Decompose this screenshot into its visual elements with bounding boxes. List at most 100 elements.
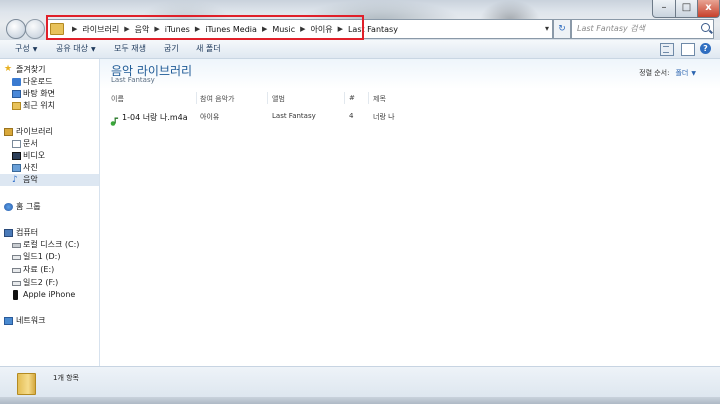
item-count: 1개 항목 — [53, 374, 79, 382]
column-divider[interactable] — [368, 92, 369, 104]
new-folder-button[interactable]: 새 폴더 — [196, 40, 221, 58]
arrange-by-dropdown[interactable]: 폴더 — [675, 69, 688, 77]
nav-label: 음악 — [23, 175, 38, 184]
nav-homegroup[interactable]: 홈 그룹 — [0, 201, 99, 213]
nav-libraries[interactable]: 라이브러리 — [0, 126, 99, 138]
nav-pictures[interactable]: 사진 — [0, 162, 99, 174]
column-divider[interactable] — [267, 92, 268, 104]
nav-videos[interactable]: 비디오 — [0, 150, 99, 162]
nav-downloads[interactable]: 다운로드 — [0, 76, 99, 88]
organize-label: 구성 — [15, 44, 30, 53]
burn-button[interactable]: 굽기 — [164, 40, 179, 58]
close-icon: x — [705, 2, 712, 13]
refresh-button[interactable]: ↻ — [553, 19, 571, 39]
desktop-icon — [12, 90, 21, 98]
drive-icon — [12, 255, 21, 260]
search-icon[interactable] — [701, 23, 710, 32]
organize-button[interactable]: 구성 ▼ — [15, 40, 37, 59]
minimize-button[interactable]: – — [652, 0, 676, 18]
column-header-title[interactable]: 제목 — [373, 94, 386, 104]
column-header-name[interactable]: 이름 — [111, 94, 124, 104]
nav-label: 네트워크 — [16, 316, 46, 325]
close-button[interactable]: x — [697, 0, 720, 18]
preview-pane-icon[interactable] — [681, 43, 695, 56]
nav-network[interactable]: 네트워크 — [0, 315, 99, 327]
search-input[interactable]: Last Fantasy 검색 — [571, 19, 714, 39]
nav-music[interactable]: ♪ 음악 — [0, 174, 99, 186]
computer-icon — [4, 229, 13, 237]
arrange-by: 정렬 순서: 폴더 ▼ — [639, 68, 696, 78]
drive-icon — [12, 268, 21, 273]
nav-drive-c[interactable]: 로컬 디스크 (C:) — [0, 239, 99, 251]
nav-label: 라이브러리 — [16, 127, 53, 136]
change-view-icon[interactable] — [660, 43, 674, 56]
file-title: 너랑 나 — [373, 113, 395, 121]
nav-drive-e[interactable]: 자료 (E:) — [0, 264, 99, 276]
column-header-track[interactable]: # — [349, 94, 355, 102]
file-list-pane: 음악 라이브러리 Last Fantasy 정렬 순서: 폴더 ▼ 이름 참여 음악… — [100, 59, 720, 366]
share-with-button[interactable]: 공유 대상 ▼ — [56, 40, 96, 59]
help-icon[interactable]: ? — [700, 43, 711, 54]
music-file-icon — [110, 111, 119, 126]
column-divider[interactable] — [196, 92, 197, 104]
nav-label: 즐겨찾기 — [16, 65, 46, 74]
nav-label: 사진 — [23, 163, 38, 172]
file-artist: 아이유 — [200, 113, 220, 121]
folder-icon — [17, 373, 36, 395]
column-header-artist[interactable]: 참여 음악가 — [200, 94, 234, 104]
search-placeholder: Last Fantasy 검색 — [577, 24, 645, 33]
details-pane: 1개 항목 — [0, 366, 720, 398]
star-icon: ★ — [4, 64, 13, 74]
back-button[interactable] — [6, 19, 26, 39]
downloads-icon — [12, 78, 21, 86]
library-subtitle: Last Fantasy — [111, 76, 155, 84]
library-header: 음악 라이브러리 Last Fantasy 정렬 순서: 폴더 ▼ — [100, 59, 720, 89]
drive-icon — [12, 243, 21, 248]
arrange-label: 정렬 순서: — [639, 69, 670, 77]
nav-computer[interactable]: 컴퓨터 — [0, 227, 99, 239]
file-track: 4 — [349, 112, 354, 120]
address-dropdown-icon[interactable]: ▾ — [545, 21, 549, 37]
forward-button[interactable] — [25, 19, 45, 39]
nav-label: 컴퓨터 — [16, 228, 39, 237]
homegroup-icon — [4, 203, 13, 211]
column-header-album[interactable]: 앨범 — [272, 94, 285, 104]
documents-icon — [12, 140, 21, 148]
nav-label: 로컬 디스크 (C:) — [23, 240, 80, 249]
libraries-icon — [4, 128, 13, 136]
nav-documents[interactable]: 문서 — [0, 138, 99, 150]
command-toolbar: 구성 ▼ 공유 대상 ▼ 모두 재생 굽기 새 폴더 ? — [0, 40, 720, 59]
nav-label: 비디오 — [23, 151, 46, 160]
navigation-pane: ★ 즐겨찾기 다운로드 바탕 화면 최근 위치 라이브러리 문서 비디오 사진 … — [0, 59, 100, 366]
nav-drive-d[interactable]: 일드1 (D:) — [0, 251, 99, 263]
file-name[interactable]: 1-04 너랑 나.m4a — [122, 112, 188, 123]
nav-label: 자료 (E:) — [23, 265, 55, 274]
play-all-button[interactable]: 모두 재생 — [114, 40, 146, 58]
annotation-highlight-box — [46, 15, 364, 40]
nav-favorites[interactable]: ★ 즐겨찾기 — [0, 64, 99, 76]
window-frame-bottom — [0, 397, 720, 404]
nav-iphone[interactable]: Apple iPhone — [0, 289, 99, 301]
network-icon — [4, 317, 13, 325]
chevron-down-icon: ▼ — [32, 46, 38, 53]
nav-label: 문서 — [23, 139, 38, 148]
drive-icon — [12, 281, 21, 286]
nav-desktop[interactable]: 바탕 화면 — [0, 88, 99, 100]
recent-places-icon — [12, 102, 21, 110]
nav-label: 홈 그룹 — [16, 202, 41, 211]
maximize-button[interactable]: □ — [675, 0, 698, 18]
nav-drive-f[interactable]: 일드2 (F:) — [0, 277, 99, 289]
explorer-window: – □ x ▶ 라이브러리 ▶ 음악 ▶ iTunes ▶ iTunes Med… — [0, 0, 720, 404]
share-with-label: 공유 대상 — [56, 44, 88, 53]
nav-label: 바탕 화면 — [23, 89, 55, 98]
column-divider[interactable] — [344, 92, 345, 104]
videos-icon — [12, 152, 21, 160]
music-note-icon: ♪ — [12, 175, 18, 185]
chevron-down-icon: ▼ — [691, 70, 696, 77]
nav-label: 일드1 (D:) — [23, 252, 61, 261]
nav-label: 다운로드 — [23, 77, 53, 86]
nav-recent-places[interactable]: 최근 위치 — [0, 100, 99, 112]
maximize-icon: □ — [681, 2, 692, 13]
nav-label: Apple iPhone — [23, 290, 76, 299]
phone-icon — [13, 290, 18, 300]
